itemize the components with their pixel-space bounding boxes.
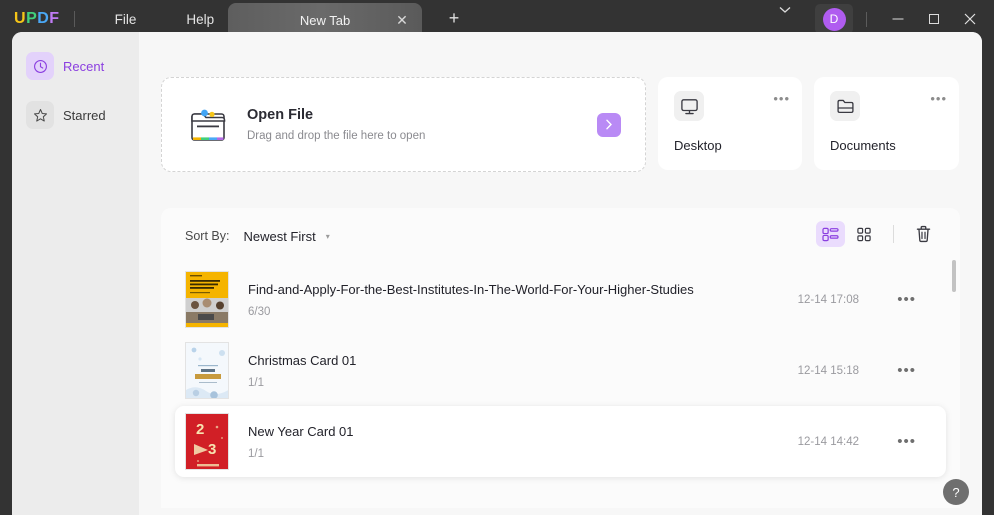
file-info: Find-and-Apply-For-the-Best-Institutes-I… — [248, 282, 694, 318]
table-row[interactable]: Christmas Card 01 1/1 12-14 15:18 ••• — [175, 335, 946, 406]
shortcut-label: Documents — [830, 138, 959, 153]
window-controls-divider — [866, 12, 867, 27]
file-title: New Year Card 01 — [248, 424, 354, 439]
avatar-button[interactable]: D — [815, 4, 853, 34]
help-button[interactable]: ? — [943, 479, 969, 505]
close-icon[interactable]: ✕ — [394, 12, 410, 28]
trash-icon[interactable] — [909, 221, 938, 247]
file-info: Christmas Card 01 1/1 — [248, 353, 356, 389]
file-info: New Year Card 01 1/1 — [248, 424, 354, 460]
titlebar-divider — [74, 11, 75, 27]
tab-label: New Tab — [300, 13, 350, 28]
app-window: Recent Starred — [12, 32, 982, 515]
menu-help[interactable]: Help — [172, 6, 228, 33]
file-date: 12-14 15:18 — [798, 365, 859, 377]
chevron-down-icon[interactable] — [779, 6, 805, 32]
clock-icon — [26, 52, 54, 80]
svg-text:2: 2 — [196, 421, 204, 438]
sort-by-label: Sort By: — [185, 229, 229, 243]
logo-letter-u: U — [14, 10, 26, 28]
folder-icon — [830, 91, 860, 121]
shortcut-menu-button[interactable]: ••• — [930, 91, 947, 106]
shortcut-card-desktop[interactable]: ••• Desktop — [658, 77, 802, 170]
sidebar-item-label: Starred — [63, 108, 106, 123]
open-file-title: Open File — [247, 107, 425, 123]
file-title: Find-and-Apply-For-the-Best-Institutes-I… — [248, 282, 694, 297]
shortcut-card-documents[interactable]: ••• Documents — [814, 77, 959, 170]
plus-icon[interactable]: + — [444, 9, 464, 29]
file-title: Christmas Card 01 — [248, 353, 356, 368]
file-thumbnail — [185, 342, 229, 399]
table-row[interactable]: 2 3 New Year Card 01 1/1 12-14 14:42 ••• — [175, 406, 946, 477]
file-pages: 1/1 — [248, 448, 354, 460]
file-menu-button[interactable]: ••• — [897, 433, 916, 450]
file-pages: 1/1 — [248, 377, 356, 389]
file-pages: 6/30 — [248, 306, 694, 318]
logo-letter-d: D — [37, 10, 49, 28]
grid-view-icon[interactable] — [849, 221, 878, 247]
file-thumbnail: 2 3 — [185, 413, 229, 470]
app-logo: U P D F — [14, 10, 60, 28]
table-row[interactable]: Find-and-Apply-For-the-Best-Institutes-I… — [175, 264, 946, 335]
folder-icon — [189, 106, 231, 144]
file-date: 12-14 17:08 — [798, 294, 859, 306]
sidebar-item-label: Recent — [63, 59, 104, 74]
sort-bar: Sort By: Newest First ▾ — [175, 208, 946, 264]
menu-file[interactable]: File — [101, 6, 151, 33]
file-menu-button[interactable]: ••• — [897, 362, 916, 379]
logo-letter-p: P — [26, 10, 37, 28]
toolbar-divider — [893, 225, 894, 243]
file-date: 12-14 14:42 — [798, 436, 859, 448]
open-file-text: Open File Drag and drop the file here to… — [247, 107, 425, 142]
open-file-subtitle: Drag and drop the file here to open — [247, 130, 425, 142]
view-controls — [816, 221, 938, 247]
file-thumbnail — [185, 271, 229, 328]
star-icon — [26, 101, 54, 129]
shortcut-menu-button[interactable]: ••• — [773, 91, 790, 106]
recent-files-panel: Sort By: Newest First ▾ — [161, 208, 960, 508]
top-cards-row: Open File Drag and drop the file here to… — [161, 77, 960, 172]
sidebar: Recent Starred — [12, 32, 139, 515]
logo-letter-f: F — [49, 10, 59, 28]
avatar: D — [823, 8, 846, 31]
chevron-down-icon[interactable]: ▾ — [326, 232, 330, 241]
svg-text:3: 3 — [208, 441, 216, 458]
list-view-icon[interactable] — [816, 221, 845, 247]
content-area: Open File Drag and drop the file here to… — [139, 32, 982, 515]
sort-by-value[interactable]: Newest First — [243, 229, 315, 244]
monitor-icon — [674, 91, 704, 121]
list-scrollbar[interactable] — [952, 260, 956, 292]
shortcut-label: Desktop — [674, 138, 802, 153]
file-menu-button[interactable]: ••• — [897, 291, 916, 308]
chevron-right-icon[interactable] — [597, 113, 621, 137]
sidebar-item-starred[interactable]: Starred — [26, 99, 129, 131]
open-file-card[interactable]: Open File Drag and drop the file here to… — [161, 77, 646, 172]
sidebar-item-recent[interactable]: Recent — [26, 50, 129, 82]
